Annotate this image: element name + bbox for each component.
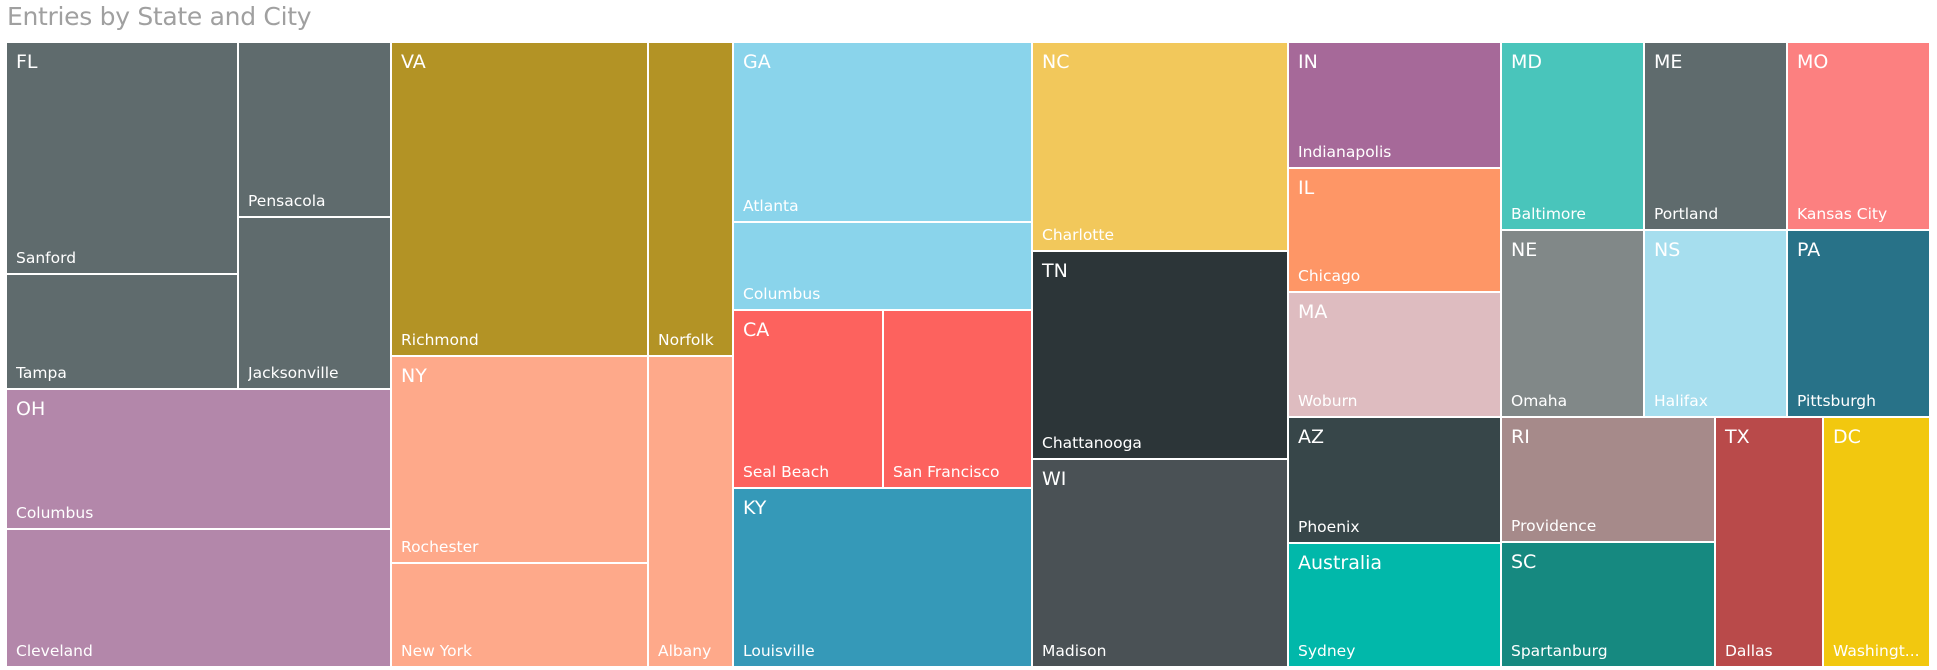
treemap-tile-tx-dallas[interactable]: Dallas <box>1716 418 1822 666</box>
city-label: Phoenix <box>1298 518 1360 536</box>
state-label-nc: NC <box>1042 51 1070 73</box>
city-label: Kansas City <box>1797 205 1888 223</box>
city-label: Norfolk <box>658 331 714 349</box>
state-label-tx: TX <box>1725 426 1750 448</box>
treemap-tile-dc-washingt[interactable]: Washingt... <box>1824 418 1929 666</box>
state-label-ky: KY <box>743 497 767 519</box>
treemap-tile-il-chicago[interactable]: Chicago <box>1289 169 1500 291</box>
state-label-fl: FL <box>16 51 38 73</box>
city-label: San Francisco <box>893 463 1000 481</box>
city-label: Dallas <box>1725 642 1773 660</box>
state-label-ri: RI <box>1511 426 1530 448</box>
state-label-az: AZ <box>1298 426 1325 448</box>
city-label: Louisville <box>743 642 815 660</box>
treemap-tile-in-indianapolis[interactable]: Indianapolis <box>1289 43 1500 167</box>
state-label-md: MD <box>1511 51 1543 73</box>
city-label: Woburn <box>1298 392 1358 410</box>
state-label-ga: GA <box>743 51 771 73</box>
city-label: Madison <box>1042 642 1107 660</box>
city-label: Cleveland <box>16 642 93 660</box>
state-label-pa: PA <box>1797 239 1821 261</box>
city-label: Rochester <box>401 538 479 556</box>
city-label: Atlanta <box>743 197 799 215</box>
treemap: Sanford Tampa Pensacola Jacksonville FL Colum… <box>0 0 1937 670</box>
state-label-ma: MA <box>1298 301 1328 323</box>
treemap-tile-nc-charlotte[interactable]: Charlotte <box>1033 43 1287 250</box>
treemap-tile-fl-sanford[interactable]: Sanford <box>7 43 237 273</box>
city-label: Indianapolis <box>1298 143 1392 161</box>
treemap-tile-fl-tampa[interactable]: Tampa <box>7 275 237 388</box>
treemap-tile-ny-rochester[interactable]: Rochester <box>392 357 647 562</box>
city-label: Halifax <box>1654 392 1708 410</box>
treemap-tile-ca-san-francisco[interactable]: San Francisco <box>884 311 1031 487</box>
state-label-va: VA <box>401 51 426 73</box>
state-label-oh: OH <box>16 398 46 420</box>
city-label: Baltimore <box>1511 205 1586 223</box>
city-label: Richmond <box>401 331 479 349</box>
city-label: Omaha <box>1511 392 1568 410</box>
state-label-sc: SC <box>1511 551 1537 573</box>
state-label-ns: NS <box>1654 239 1681 261</box>
treemap-tile-ga-atlanta[interactable]: Atlanta <box>734 43 1031 221</box>
treemap-tile-ny-albany[interactable]: Albany <box>649 357 732 666</box>
city-label: Pensacola <box>248 192 326 210</box>
city-label: New York <box>401 642 472 660</box>
city-label: Columbus <box>743 285 821 303</box>
treemap-tile-fl-pensacola[interactable]: Pensacola <box>239 43 390 216</box>
city-label: Chicago <box>1298 267 1361 285</box>
city-label: Jacksonville <box>248 364 339 382</box>
city-label: Spartanburg <box>1511 642 1608 660</box>
city-label: Pittsburgh <box>1797 392 1876 410</box>
state-label-ne: NE <box>1511 239 1538 261</box>
treemap-tile-wi-madison[interactable]: Madison <box>1033 460 1287 666</box>
state-label-in: IN <box>1298 51 1318 73</box>
treemap-tile-ny-new-york[interactable]: New York <box>392 564 647 666</box>
state-label-ny: NY <box>401 365 427 387</box>
state-label-tn: TN <box>1042 260 1068 282</box>
city-label: Providence <box>1511 517 1597 535</box>
city-label: Sanford <box>16 249 77 267</box>
state-label-australia: Australia <box>1298 552 1383 574</box>
city-label: Chattanooga <box>1042 434 1142 452</box>
city-label: Columbus <box>16 504 94 522</box>
city-label: Washingt... <box>1833 642 1920 660</box>
state-label-mo: MO <box>1797 51 1829 73</box>
treemap-tile-ga-columbus[interactable]: Columbus <box>734 223 1031 309</box>
state-label-il: IL <box>1298 177 1315 199</box>
treemap-tile-va-norfolk[interactable]: Norfolk <box>649 43 732 355</box>
city-label: Charlotte <box>1042 226 1114 244</box>
treemap-tile-oh-columbus[interactable]: Columbus <box>7 390 390 528</box>
treemap-tile-oh-cleveland[interactable]: Cleveland <box>7 530 390 666</box>
state-label-ca: CA <box>743 319 770 341</box>
city-label: Portland <box>1654 205 1719 223</box>
treemap-tile-tn-chattanooga[interactable]: Chattanooga <box>1033 252 1287 458</box>
treemap-tile-va-richmond[interactable]: Richmond <box>392 43 647 355</box>
city-label: Tampa <box>16 364 67 382</box>
treemap-tile-ri-providence[interactable]: Providence <box>1502 418 1714 541</box>
treemap-tile-fl-jacksonville[interactable]: Jacksonville <box>239 218 390 388</box>
treemap-tile-ky-louisville[interactable]: Louisville <box>734 489 1031 666</box>
city-label: Seal Beach <box>743 463 830 481</box>
state-label-wi: WI <box>1042 468 1067 490</box>
state-label-me: ME <box>1654 51 1683 73</box>
city-label: Albany <box>658 642 712 660</box>
state-label-dc: DC <box>1833 426 1861 448</box>
city-label: Sydney <box>1298 642 1356 660</box>
